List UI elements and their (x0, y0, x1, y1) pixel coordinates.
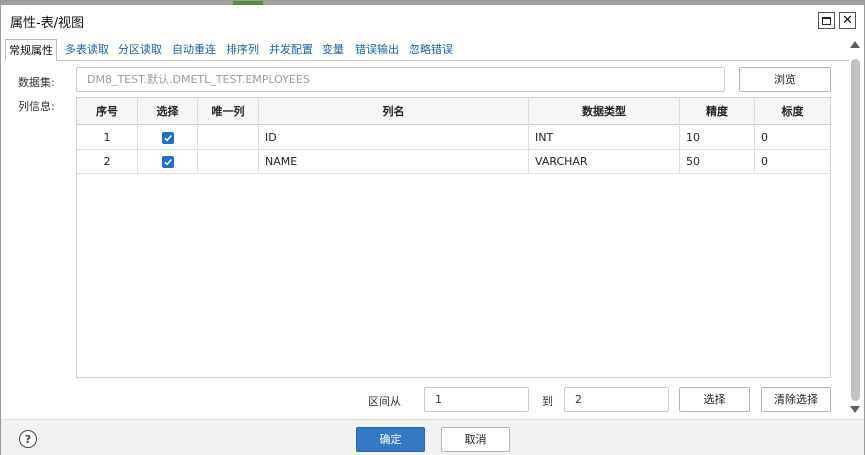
cancel-button[interactable]: 取消 (441, 427, 510, 452)
dataset-input[interactable]: DM8_TEST.默认.DMETL_TEST.EMPLOYEES (76, 67, 725, 92)
browse-button[interactable]: 浏览 (739, 67, 831, 92)
cell-data-type: VARCHAR (529, 150, 680, 173)
properties-dialog: 属性-表/视图 ✕ 常规属性 多表读取 分区读取 自动重连 排序列 并发配置 变… (0, 0, 865, 455)
tab-divider (5, 60, 849, 61)
close-icon: ✕ (842, 13, 853, 28)
cell-index: 1 (77, 126, 138, 149)
tab-general[interactable]: 常规属性 (5, 39, 57, 61)
cell-index: 2 (77, 150, 138, 173)
select-range-button[interactable]: 选择 (679, 387, 750, 412)
window-title: 属性-表/视图 (10, 16, 85, 31)
checkmark-icon (163, 158, 172, 166)
checkmark-icon (163, 134, 172, 142)
clear-selection-button[interactable]: 清除选择 (761, 387, 831, 412)
header-data-type[interactable]: 数据类型 (529, 98, 680, 124)
cell-scale: 0 (761, 155, 768, 168)
tab-auto-reconnect[interactable]: 自动重连 (172, 39, 216, 61)
table-row[interactable]: 1 ID INT 10 0 (77, 126, 830, 150)
dialog-footer: ? 确定 取消 (1, 419, 864, 455)
scroll-up-arrow-icon[interactable] (850, 41, 860, 48)
tab-partition-read[interactable]: 分区读取 (118, 39, 162, 61)
title-bar: 属性-表/视图 ✕ (1, 5, 864, 35)
range-to-label: 到 (542, 395, 553, 408)
cell-column-name: ID (259, 126, 529, 149)
header-precision[interactable]: 精度 (680, 98, 755, 124)
columns-table: 序号 选择 唯一列 列名 数据类型 精度 标度 1 ID INT 10 0 2 (76, 97, 831, 378)
maximize-icon (822, 16, 831, 25)
header-index[interactable]: 序号 (77, 98, 138, 124)
cell-data-type: INT (529, 126, 680, 149)
select-checkbox[interactable] (161, 155, 174, 168)
cell-precision: 50 (680, 150, 755, 173)
header-unique[interactable]: 唯一列 (198, 98, 259, 124)
header-scale[interactable]: 标度 (755, 98, 830, 124)
tab-concurrency[interactable]: 并发配置 (269, 39, 313, 61)
range-to-input[interactable]: 2 (564, 387, 669, 412)
header-select[interactable]: 选择 (138, 98, 198, 124)
scrollbar-thumb[interactable] (851, 59, 860, 401)
columns-label: 列信息: (18, 100, 55, 113)
tab-ignore-errors[interactable]: 忽略错误 (409, 39, 453, 61)
cell-scale: 0 (761, 131, 768, 144)
cell-unique[interactable] (198, 126, 259, 149)
maximize-button[interactable] (818, 12, 835, 29)
select-checkbox[interactable] (161, 131, 174, 144)
help-icon[interactable]: ? (19, 430, 37, 448)
close-button[interactable]: ✕ (839, 12, 856, 29)
tab-sort-columns[interactable]: 排序列 (226, 39, 259, 61)
cell-select (138, 126, 198, 149)
table-row[interactable]: 2 NAME VARCHAR 50 0 (77, 150, 830, 174)
cell-column-name: NAME (259, 150, 529, 173)
header-column-name[interactable]: 列名 (259, 98, 529, 124)
cell-precision: 10 (680, 126, 755, 149)
scroll-down-arrow-icon[interactable] (850, 406, 860, 413)
cell-select (138, 150, 198, 173)
table-header-row: 序号 选择 唯一列 列名 数据类型 精度 标度 (77, 98, 830, 125)
tab-variables[interactable]: 变量 (322, 39, 344, 61)
cell-unique[interactable] (198, 150, 259, 173)
ok-button[interactable]: 确定 (356, 427, 425, 452)
tab-multi-table-read[interactable]: 多表读取 (65, 39, 109, 61)
tab-error-output[interactable]: 错误输出 (355, 39, 399, 61)
range-from-input[interactable]: 1 (424, 387, 529, 412)
vertical-scrollbar[interactable] (849, 39, 862, 417)
dataset-label: 数据集: (18, 76, 55, 89)
range-from-label: 区间从 (368, 395, 401, 408)
